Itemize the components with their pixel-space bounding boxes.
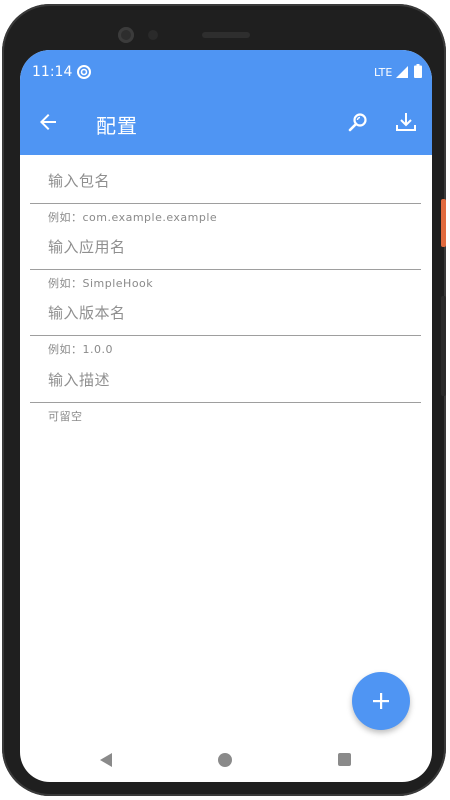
- app-name-input[interactable]: 输入应用名: [48, 236, 126, 257]
- nav-recents-icon[interactable]: [338, 753, 351, 766]
- description-helper: 可留空: [48, 410, 83, 423]
- package-name-input[interactable]: 输入包名: [48, 170, 110, 191]
- version-name-underline: [30, 335, 421, 336]
- screen: 11:14 LTE 配置 输入包名 例如：com.example.example…: [20, 50, 432, 782]
- network-type: LTE: [374, 66, 393, 79]
- front-camera: [118, 27, 134, 43]
- version-name-input[interactable]: 输入版本名: [48, 302, 126, 323]
- status-bar: 11:14 LTE: [20, 50, 432, 94]
- volume-button: [441, 296, 446, 396]
- nav-back-icon[interactable]: [98, 752, 114, 768]
- navigation-bar: [20, 738, 432, 782]
- app-name-underline: [30, 269, 421, 270]
- page-title: 配置: [96, 114, 138, 138]
- nav-home-icon[interactable]: [218, 753, 232, 767]
- download-icon[interactable]: [394, 110, 418, 134]
- status-time: 11:14: [32, 64, 73, 80]
- package-name-underline: [30, 203, 421, 204]
- app-bar: 配置: [20, 94, 432, 155]
- proximity-sensor: [148, 30, 158, 40]
- description-input[interactable]: 输入描述: [48, 369, 110, 390]
- plus-icon: [373, 693, 389, 709]
- earpiece-speaker: [202, 32, 250, 38]
- phone-frame: 11:14 LTE 配置 输入包名 例如：com.example.example…: [2, 4, 446, 796]
- search-icon[interactable]: [346, 110, 370, 134]
- description-field[interactable]: 输入描述 可留空: [30, 354, 421, 444]
- add-button[interactable]: [352, 672, 410, 730]
- sync-icon: [77, 65, 91, 79]
- power-button: [441, 199, 446, 247]
- arrow-back-icon[interactable]: [36, 110, 60, 134]
- battery-icon: [414, 64, 422, 78]
- description-underline: [30, 402, 421, 403]
- signal-icon: [396, 66, 408, 78]
